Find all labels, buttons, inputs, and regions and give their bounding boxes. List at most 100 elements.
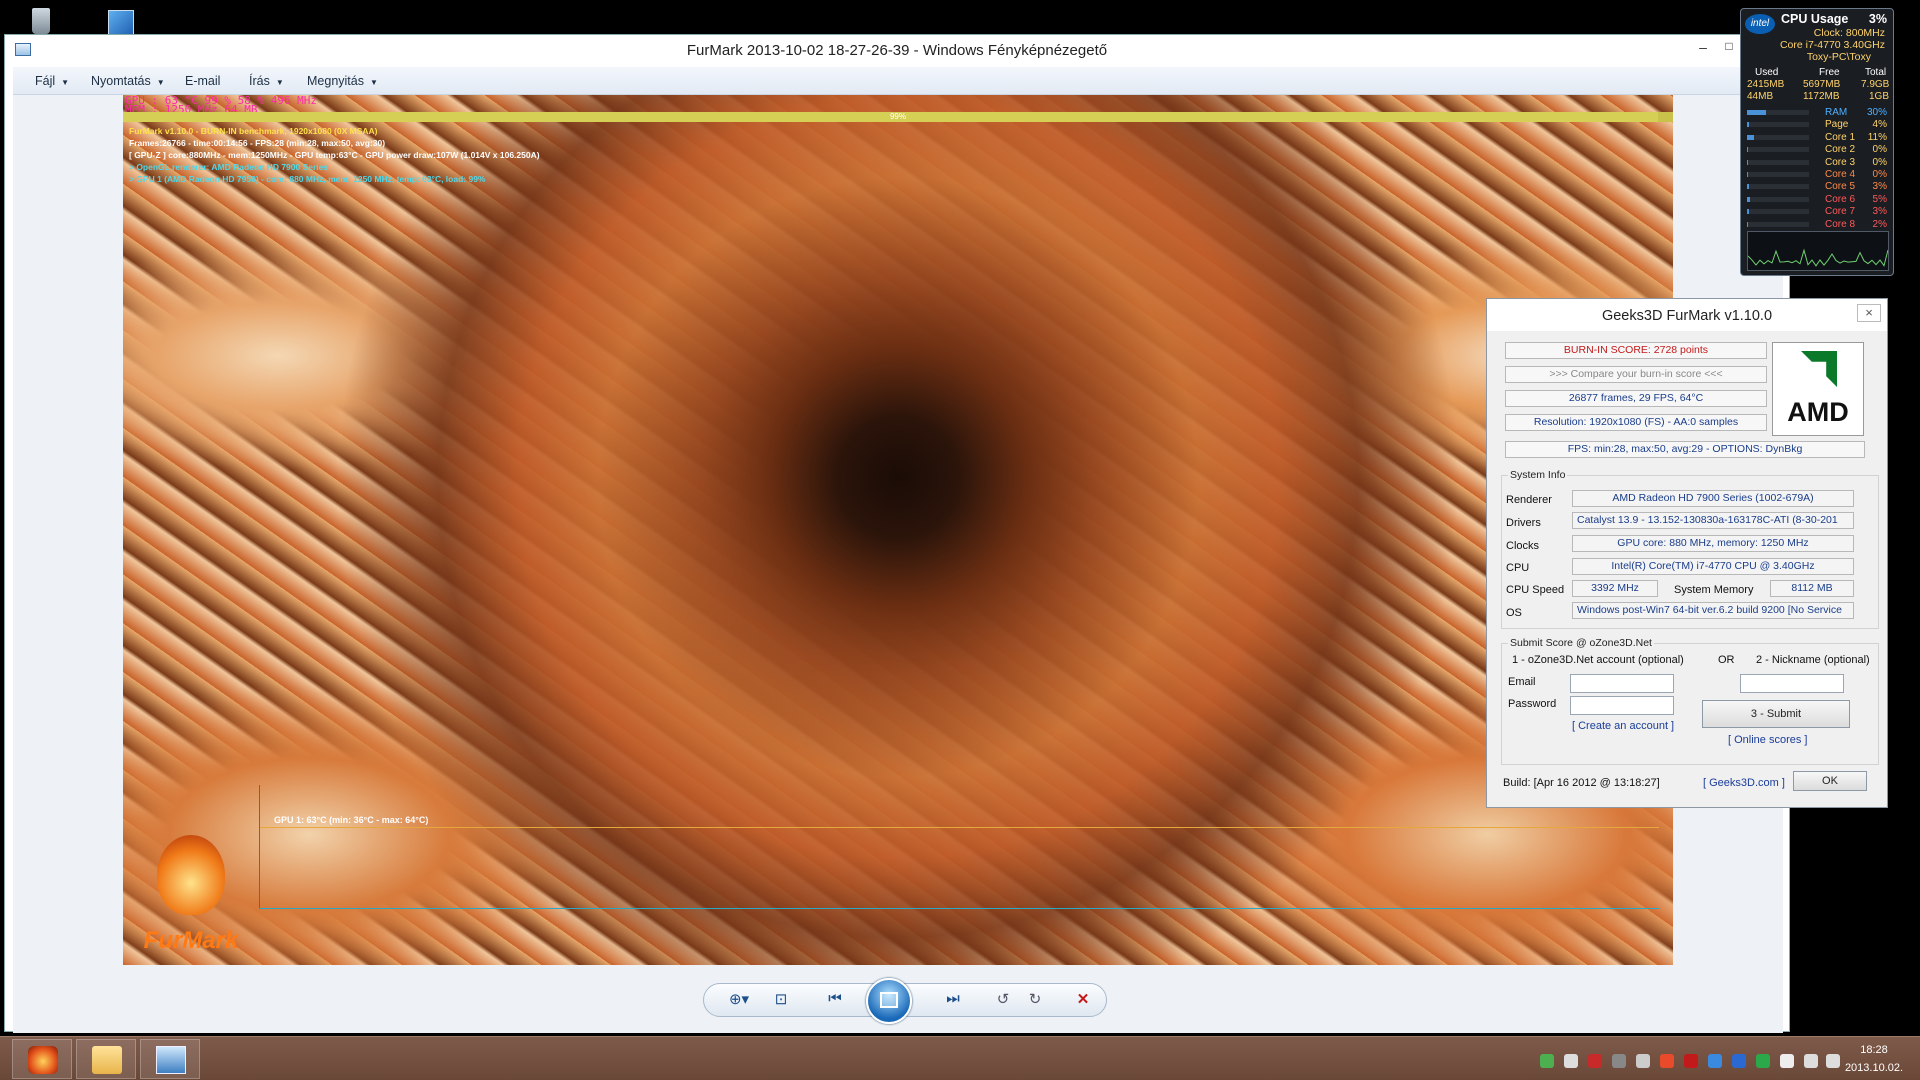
email-field[interactable] xyxy=(1570,674,1674,693)
tray-steam-icon[interactable] xyxy=(1636,1054,1650,1068)
slideshow-icon[interactable] xyxy=(866,978,912,1024)
menu-burn-label: Írás xyxy=(249,74,270,88)
osd-info-line: FurMark v1.10.0 - BURN-IN benchmark, 192… xyxy=(129,126,378,136)
next-icon[interactable]: ⏭ xyxy=(940,990,966,1012)
menu-open-label: Megnyitás xyxy=(307,74,364,88)
benchmark-progress-bar: 99% xyxy=(123,112,1673,122)
usage-bar xyxy=(1747,172,1809,177)
cpu-usage-gadget[interactable]: intel CPU Usage 3% Clock: 800MHz Core i7… xyxy=(1740,8,1894,276)
ram-free: 5697MB xyxy=(1803,79,1841,90)
folder-icon xyxy=(92,1046,122,1074)
core-name: RAM xyxy=(1825,107,1848,118)
drivers-label: Drivers xyxy=(1506,517,1541,529)
recycle-bin-icon[interactable] xyxy=(24,4,58,38)
core-percent: 2% xyxy=(1872,218,1887,230)
page-free: 1172MB xyxy=(1803,91,1840,102)
osd-info-line: Frames:26766 - time:00:14:56 - FPS:28 (m… xyxy=(129,138,386,148)
chevron-down-icon: ▼ xyxy=(275,78,284,87)
usage-bar-fill xyxy=(1747,172,1749,177)
drivers-value: Catalyst 13.9 - 13.152-130830a-163178C-A… xyxy=(1572,512,1854,529)
cpu-label: CPU xyxy=(1506,562,1530,574)
tray-flag-icon[interactable] xyxy=(1780,1054,1794,1068)
usage-bar xyxy=(1747,122,1809,128)
core-percent: 5% xyxy=(1872,193,1887,205)
menu-print[interactable]: Nyomtatás ▼ xyxy=(91,74,165,88)
ok-button[interactable]: OK xyxy=(1793,771,1867,791)
usage-bar-fill xyxy=(1747,134,1754,140)
password-field[interactable] xyxy=(1570,696,1674,715)
usage-bar xyxy=(1747,110,1809,115)
maximize-button[interactable]: □ xyxy=(1717,39,1741,59)
zoom-icon[interactable]: ⊕▾ xyxy=(726,990,752,1012)
core-name: Core 1 xyxy=(1825,131,1856,143)
mem-header-free: Free xyxy=(1819,67,1840,78)
taskbar-furmark[interactable] xyxy=(12,1039,72,1079)
toolbar-controls: ⊕▾ ⊡ ⏮ ⏭ ↺ ↻ ✕ xyxy=(703,978,1107,1024)
host-name: Toxy-PC\Toxy xyxy=(1806,51,1871,63)
dialog-title[interactable]: Geeks3D FurMark v1.10.0 xyxy=(1487,299,1887,331)
tray-network-icon[interactable] xyxy=(1540,1054,1554,1068)
tray-display-icon[interactable] xyxy=(1804,1054,1818,1068)
system-memory-label: System Memory xyxy=(1674,584,1754,596)
rotate-left-icon[interactable]: ↺ xyxy=(990,990,1016,1012)
tray-app-icon[interactable] xyxy=(1588,1054,1602,1068)
tray-app-icon[interactable] xyxy=(1612,1054,1626,1068)
clock-date[interactable]: 2013.10.02. xyxy=(1836,1062,1912,1074)
fit-icon[interactable]: ⊡ xyxy=(768,990,794,1012)
gadget-title: CPU Usage xyxy=(1781,12,1849,26)
taskbar-file-explorer[interactable] xyxy=(76,1039,136,1079)
tray-skype-icon[interactable] xyxy=(1732,1054,1746,1068)
submit-button[interactable]: 3 - Submit xyxy=(1702,700,1850,728)
previous-icon[interactable]: ⏮ xyxy=(822,990,848,1012)
minimize-button[interactable]: – xyxy=(1691,39,1715,59)
submit-score-group: Submit Score @ oZone3D.Net 1 - oZone3D.N… xyxy=(1501,637,1879,765)
ram-total: 7.9GB xyxy=(1861,79,1890,90)
cpu-speed-value: 3392 MHz xyxy=(1572,580,1658,597)
online-scores-link[interactable]: [ Online scores ] xyxy=(1728,734,1807,746)
core-percent: 30% xyxy=(1866,107,1887,118)
core-name: Page xyxy=(1825,119,1849,131)
cpu-speed-label: CPU Speed xyxy=(1506,584,1565,596)
tray-torrent-icon[interactable] xyxy=(1756,1054,1770,1068)
renderer-label: Renderer xyxy=(1506,494,1552,506)
chevron-down-icon: ▼ xyxy=(156,78,165,87)
close-button[interactable]: × xyxy=(1857,304,1881,322)
system-info-legend: System Info xyxy=(1508,469,1568,481)
temperature-line xyxy=(260,827,1659,828)
osd-info-line: > GPU 1 (AMD Radeon HD 7950) - core: 880… xyxy=(129,174,486,184)
core-name: Core 2 xyxy=(1825,144,1856,156)
page-total: 1GB xyxy=(1869,91,1890,102)
core-name: Core 3 xyxy=(1825,156,1856,168)
rotate-right-icon[interactable]: ↻ xyxy=(1022,990,1048,1012)
compare-score-link[interactable]: >>> Compare your burn-in score <<< xyxy=(1505,366,1767,383)
nickname-field[interactable] xyxy=(1740,674,1844,693)
geeks3d-link[interactable]: [ Geeks3D.com ] xyxy=(1703,777,1785,789)
usage-bar xyxy=(1747,159,1809,165)
core-usage-row: Core 3 0% xyxy=(1745,157,1891,168)
taskbar-photo-viewer[interactable] xyxy=(140,1039,200,1079)
account-label: 1 - oZone3D.Net account (optional) xyxy=(1512,654,1684,666)
intel-logo: intel xyxy=(1745,14,1775,34)
create-account-link[interactable]: [ Create an account ] xyxy=(1572,720,1674,732)
furmark-result-dialog: Geeks3D FurMark v1.10.0 × BURN-IN SCORE:… xyxy=(1486,298,1888,808)
core-name: Core 6 xyxy=(1825,193,1856,205)
delete-icon[interactable]: ✕ xyxy=(1070,990,1096,1012)
tray-update-icon[interactable] xyxy=(1708,1054,1722,1068)
usage-bar-fill xyxy=(1747,159,1749,165)
usage-bar xyxy=(1747,209,1809,215)
nickname-label: 2 - Nickname (optional) xyxy=(1756,654,1870,666)
tray-cursor-icon[interactable] xyxy=(1564,1054,1578,1068)
core-percent: 0% xyxy=(1872,144,1887,156)
core-name: Core 8 xyxy=(1825,218,1856,230)
osd-info-line: [ GPU-Z ] core:880MHz - mem:1250MHz - GP… xyxy=(129,150,540,160)
title-bar[interactable]: FurMark 2013-10-02 18-27-26-39 - Windows… xyxy=(5,35,1789,65)
cpu-value: Intel(R) Core(TM) i7-4770 CPU @ 3.40GHz xyxy=(1572,558,1854,575)
tray-gpu-icon[interactable] xyxy=(1660,1054,1674,1068)
tray-antivirus-icon[interactable] xyxy=(1684,1054,1698,1068)
menu-email[interactable]: E-mail xyxy=(185,74,220,88)
cpu-clock: Clock: 800MHz xyxy=(1813,27,1885,39)
menu-open[interactable]: Megnyitás ▼ xyxy=(307,74,378,88)
menu-burn[interactable]: Írás ▼ xyxy=(249,74,284,88)
menu-file[interactable]: Fájl ▼ xyxy=(35,74,69,88)
clock-time[interactable]: 18:28 xyxy=(1844,1044,1904,1056)
